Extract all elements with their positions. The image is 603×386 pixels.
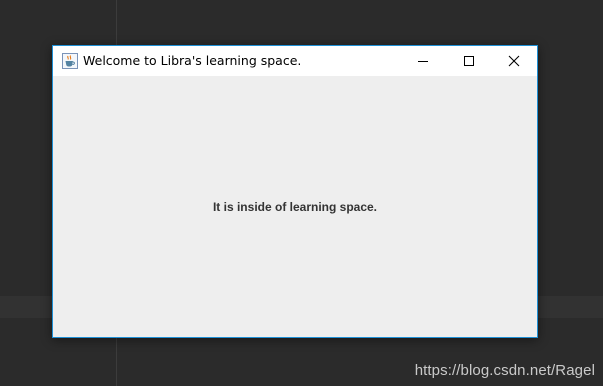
maximize-button[interactable]: [446, 46, 492, 76]
watermark-text: https://blog.csdn.net/Ragel: [414, 362, 595, 379]
minimize-button[interactable]: [400, 46, 446, 76]
window-titlebar[interactable]: Welcome to Libra's learning space.: [53, 46, 537, 76]
window-content-panel: It is inside of learning space.: [53, 76, 537, 337]
content-label: It is inside of learning space.: [212, 200, 378, 214]
java-coffee-cup-icon[interactable]: [62, 53, 78, 69]
minimize-icon: [418, 61, 428, 62]
window-title: Welcome to Libra's learning space.: [83, 53, 302, 68]
close-icon: [508, 55, 520, 67]
maximize-icon: [464, 56, 474, 66]
close-button[interactable]: [491, 46, 537, 76]
application-window: Welcome to Libra's learning space. It is…: [52, 45, 538, 338]
